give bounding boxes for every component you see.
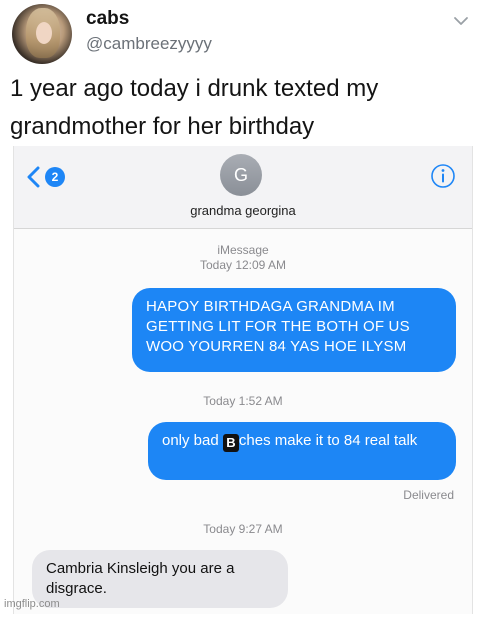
imessage-screenshot: 2 G grandma georgina iMessage Today 12:0… [13,146,473,614]
timestamp: Today 1:52 AM [203,394,283,408]
message-text: only bad [162,432,223,449]
received-message-bubble[interactable]: Cambria Kinsleigh you are a disgrace. [32,550,288,608]
profile-avatar[interactable] [12,4,72,64]
page: cabs @cambreezyyyy 1 year ago today i dr… [0,0,500,617]
unread-count-badge[interactable]: 2 [45,167,65,187]
censor-box: B [222,434,239,452]
tweet-author-name[interactable]: cabs [86,8,129,30]
timestamp: Today 12:09 AM [199,258,287,272]
chevron-left-icon[interactable] [26,166,42,188]
timestamp: Today 9:27 AM [203,522,283,536]
contact-name[interactable]: grandma georgina [14,203,472,218]
avatar-face [36,22,52,44]
service-label: iMessage [217,243,269,257]
info-icon[interactable] [430,163,456,189]
watermark: imgflip.com [4,598,60,610]
sent-message-bubble[interactable]: only bad Bches make it to 84 real talk [148,422,456,480]
delivery-status: Delivered [403,488,454,502]
tweet-text: 1 year ago today i drunk texted my grand… [10,75,379,140]
chevron-down-icon[interactable] [452,12,470,30]
message-text: ches make it to 84 real talk [238,432,418,449]
conversation-header: 2 G grandma georgina [14,146,472,229]
tweet-author-handle[interactable]: @cambreezyyyy [86,34,212,54]
contact-avatar[interactable]: G [220,154,262,196]
sent-message-bubble[interactable]: HAPOY BIRTHDAGA GRANDMA IM GETTING LIT F… [132,288,456,372]
